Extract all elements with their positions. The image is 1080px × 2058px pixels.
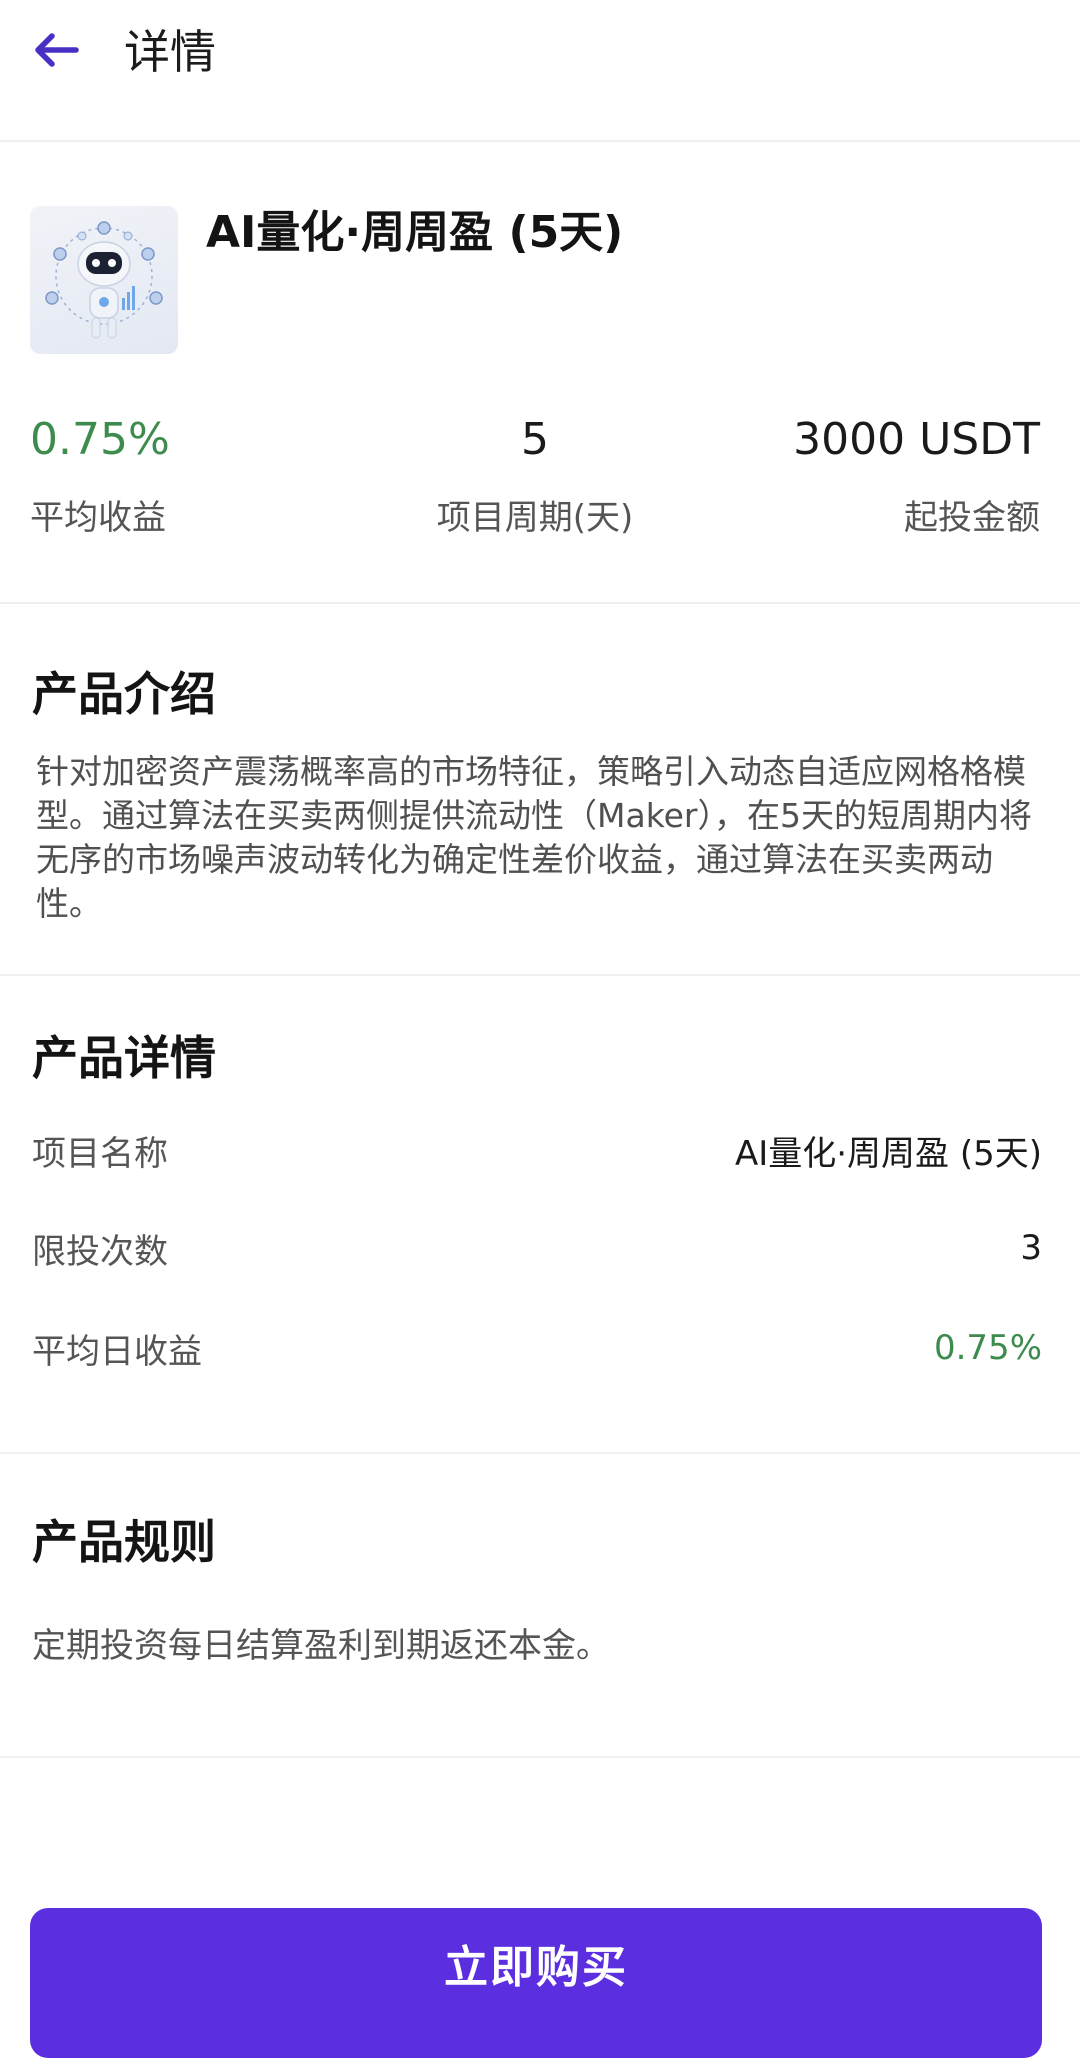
stat-label: 平均收益 (30, 498, 166, 538)
detail-row-project-name: 项目名称 AI量化·周周盈 (5天) (32, 1122, 1042, 1178)
section-title: 产品规则 (32, 1515, 216, 1569)
detail-row-investment-limit: 限投次数 3 (32, 1220, 1042, 1276)
stat-min-investment: 3000 USDT 起投金额 (793, 410, 1040, 542)
robot-icon (45, 221, 163, 339)
stat-average-yield: 0.75% 平均收益 (30, 410, 170, 542)
product-rules-text: 定期投资每日结算盈利到期返还本金。 (32, 1626, 610, 1666)
detail-value: AI量化·周周盈 (5天) (734, 1133, 1042, 1174)
stat-project-period: 5 项目周期(天) (430, 410, 640, 542)
product-summary: AI量化·周周盈 (5天) 0.75% 平均收益 5 项目周期(天) 3000 … (0, 142, 1080, 604)
stat-value: 0.75% (30, 414, 170, 465)
detail-value: 0.75% (933, 1328, 1042, 1368)
buy-now-label: 立即购买 (444, 1942, 628, 1993)
product-rules-section: 产品规则 定期投资每日结算盈利到期返还本金。 (0, 1454, 1080, 1758)
arrow-left-icon (30, 30, 82, 74)
stat-label: 起投金额 (904, 498, 1040, 538)
stat-label: 项目周期(天) (436, 498, 634, 538)
product-details-section: 产品详情 项目名称 AI量化·周周盈 (5天) 限投次数 3 平均日收益 0.7… (0, 976, 1080, 1454)
detail-label: 限投次数 (32, 1231, 168, 1272)
detail-row-daily-yield: 平均日收益 0.75% (32, 1320, 1042, 1376)
detail-label: 项目名称 (32, 1133, 168, 1174)
product-image (30, 206, 178, 354)
stat-value: 5 (521, 414, 549, 465)
back-button[interactable] (26, 26, 86, 78)
buy-now-button[interactable]: 立即购买 (30, 1908, 1042, 2058)
section-title: 产品详情 (32, 1031, 216, 1085)
product-intro-section: 产品介绍 针对加密资产震荡概率高的市场特征，策略引入动态自适应网格格模型。通过算… (0, 604, 1080, 976)
page-title: 详情 (124, 25, 216, 79)
detail-value: 3 (1020, 1228, 1042, 1268)
product-name: AI量化·周周盈 (5天) (206, 207, 624, 258)
stat-value: 3000 USDT (793, 414, 1040, 465)
detail-label: 平均日收益 (32, 1331, 202, 1372)
section-title: 产品介绍 (32, 667, 216, 721)
top-bar: 详情 (0, 0, 1080, 142)
product-intro-text: 针对加密资产震荡概率高的市场特征，策略引入动态自适应网格格模型。通过算法在买卖两… (36, 752, 1032, 923)
